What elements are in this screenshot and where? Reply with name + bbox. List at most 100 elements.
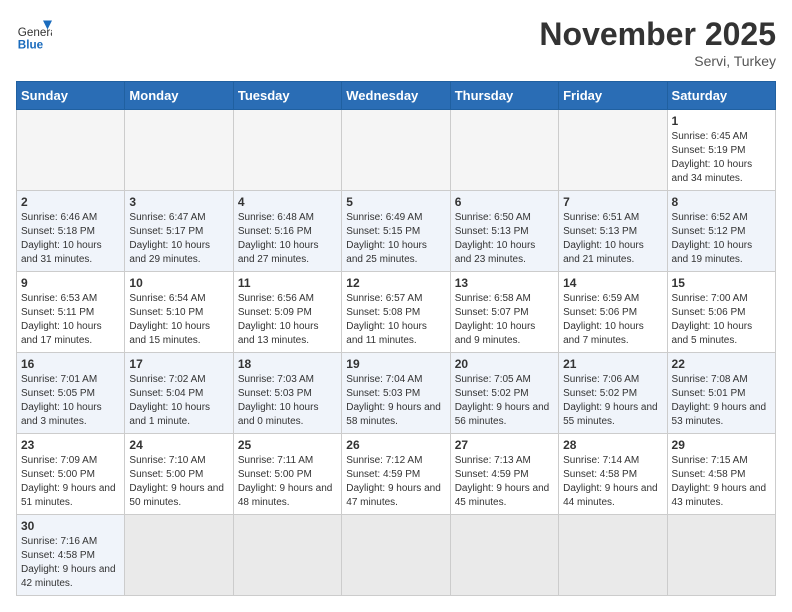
calendar-week-row: 2 Sunrise: 6:46 AM Sunset: 5:18 PM Daylig… <box>17 191 776 272</box>
day-number: 5 <box>346 195 445 209</box>
day-number: 26 <box>346 438 445 452</box>
calendar-day-cell <box>233 515 341 596</box>
day-info: Sunrise: 7:14 AM Sunset: 4:58 PM Dayligh… <box>563 454 662 510</box>
day-info: Sunrise: 6:52 AM Sunset: 5:12 PM Dayligh… <box>672 211 771 267</box>
calendar-day-cell: 22Sunrise: 7:08 AM Sunset: 5:01 PM Dayli… <box>667 353 775 434</box>
weekday-header-thursday: Thursday <box>450 82 558 110</box>
day-number: 6 <box>455 195 554 209</box>
day-info: Sunrise: 7:09 AM Sunset: 5:00 PM Dayligh… <box>21 454 120 510</box>
calendar-day-cell <box>450 110 558 191</box>
calendar-day-cell <box>125 515 233 596</box>
day-info: Sunrise: 6:58 AM Sunset: 5:07 PM Dayligh… <box>455 292 554 348</box>
calendar-day-cell: 14Sunrise: 6:59 AM Sunset: 5:06 PM Dayli… <box>559 272 667 353</box>
page-header: General Blue November 2025 Servi, Turkey <box>16 16 776 69</box>
weekday-header-wednesday: Wednesday <box>342 82 450 110</box>
day-number: 21 <box>563 357 662 371</box>
day-info: Sunrise: 7:02 AM Sunset: 5:04 PM Dayligh… <box>129 373 228 429</box>
day-number: 17 <box>129 357 228 371</box>
weekday-header-friday: Friday <box>559 82 667 110</box>
day-number: 18 <box>238 357 337 371</box>
calendar-day-cell: 26 Sunrise: 7:12 AM Sunset: 4:59 PM Dayli… <box>342 434 450 515</box>
calendar-day-cell <box>450 515 558 596</box>
day-info: Sunrise: 6:47 AM Sunset: 5:17 PM Dayligh… <box>129 211 228 267</box>
logo-icon: General Blue <box>16 16 52 52</box>
day-info: Sunrise: 6:59 AM Sunset: 5:06 PM Dayligh… <box>563 292 662 348</box>
calendar-day-cell: 19 Sunrise: 7:04 AM Sunset: 5:03 PM Dayli… <box>342 353 450 434</box>
day-info: Sunrise: 7:00 AM Sunset: 5:06 PM Dayligh… <box>672 292 771 348</box>
day-info: Sunrise: 7:12 AM Sunset: 4:59 PM Dayligh… <box>346 454 445 510</box>
calendar-day-cell: 28Sunrise: 7:14 AM Sunset: 4:58 PM Dayli… <box>559 434 667 515</box>
calendar-day-cell <box>559 110 667 191</box>
calendar-day-cell: 17 Sunrise: 7:02 AM Sunset: 5:04 PM Dayli… <box>125 353 233 434</box>
calendar-day-cell: 3 Sunrise: 6:47 AM Sunset: 5:17 PM Daylig… <box>125 191 233 272</box>
day-number: 23 <box>21 438 120 452</box>
day-info: Sunrise: 6:45 AM Sunset: 5:19 PM Dayligh… <box>672 130 771 186</box>
calendar-day-cell: 16Sunrise: 7:01 AM Sunset: 5:05 PM Dayli… <box>17 353 125 434</box>
day-info: Sunrise: 6:54 AM Sunset: 5:10 PM Dayligh… <box>129 292 228 348</box>
day-number: 7 <box>563 195 662 209</box>
calendar-day-cell: 29 Sunrise: 7:15 AM Sunset: 4:58 PM Dayli… <box>667 434 775 515</box>
calendar-day-cell: 1 Sunrise: 6:45 AM Sunset: 5:19 PM Daylig… <box>667 110 775 191</box>
day-number: 10 <box>129 276 228 290</box>
day-number: 3 <box>129 195 228 209</box>
day-number: 9 <box>21 276 120 290</box>
calendar-day-cell <box>233 110 341 191</box>
day-number: 20 <box>455 357 554 371</box>
weekday-header-tuesday: Tuesday <box>233 82 341 110</box>
calendar-week-row: 9 Sunrise: 6:53 AM Sunset: 5:11 PM Daylig… <box>17 272 776 353</box>
weekday-header-row: SundayMondayTuesdayWednesdayThursdayFrid… <box>17 82 776 110</box>
calendar-day-cell <box>342 110 450 191</box>
svg-text:Blue: Blue <box>18 38 44 51</box>
day-number: 24 <box>129 438 228 452</box>
calendar-day-cell: 8Sunrise: 6:52 AM Sunset: 5:12 PM Daylig… <box>667 191 775 272</box>
day-number: 12 <box>346 276 445 290</box>
day-info: Sunrise: 7:04 AM Sunset: 5:03 PM Dayligh… <box>346 373 445 429</box>
calendar-day-cell: 25Sunrise: 7:11 AM Sunset: 5:00 PM Dayli… <box>233 434 341 515</box>
calendar-day-cell: 11 Sunrise: 6:56 AM Sunset: 5:09 PM Dayli… <box>233 272 341 353</box>
weekday-header-monday: Monday <box>125 82 233 110</box>
day-number: 13 <box>455 276 554 290</box>
day-number: 2 <box>21 195 120 209</box>
calendar-day-cell <box>17 110 125 191</box>
location: Servi, Turkey <box>539 53 776 69</box>
day-info: Sunrise: 7:03 AM Sunset: 5:03 PM Dayligh… <box>238 373 337 429</box>
day-number: 16 <box>21 357 120 371</box>
day-info: Sunrise: 7:06 AM Sunset: 5:02 PM Dayligh… <box>563 373 662 429</box>
calendar-day-cell: 12 Sunrise: 6:57 AM Sunset: 5:08 PM Dayli… <box>342 272 450 353</box>
day-number: 19 <box>346 357 445 371</box>
calendar-day-cell: 9 Sunrise: 6:53 AM Sunset: 5:11 PM Daylig… <box>17 272 125 353</box>
day-number: 29 <box>672 438 771 452</box>
calendar-day-cell: 24 Sunrise: 7:10 AM Sunset: 5:00 PM Dayli… <box>125 434 233 515</box>
day-info: Sunrise: 7:08 AM Sunset: 5:01 PM Dayligh… <box>672 373 771 429</box>
calendar-day-cell: 5 Sunrise: 6:49 AM Sunset: 5:15 PM Daylig… <box>342 191 450 272</box>
calendar-day-cell: 7 Sunrise: 6:51 AM Sunset: 5:13 PM Daylig… <box>559 191 667 272</box>
day-info: Sunrise: 6:48 AM Sunset: 5:16 PM Dayligh… <box>238 211 337 267</box>
calendar-day-cell: 30Sunrise: 7:16 AM Sunset: 4:58 PM Dayli… <box>17 515 125 596</box>
calendar-day-cell: 21 Sunrise: 7:06 AM Sunset: 5:02 PM Dayli… <box>559 353 667 434</box>
day-number: 15 <box>672 276 771 290</box>
calendar-day-cell: 10 Sunrise: 6:54 AM Sunset: 5:10 PM Dayli… <box>125 272 233 353</box>
month-year: November 2025 <box>539 16 776 53</box>
calendar-day-cell: 2 Sunrise: 6:46 AM Sunset: 5:18 PM Daylig… <box>17 191 125 272</box>
day-info: Sunrise: 7:10 AM Sunset: 5:00 PM Dayligh… <box>129 454 228 510</box>
day-info: Sunrise: 6:51 AM Sunset: 5:13 PM Dayligh… <box>563 211 662 267</box>
day-info: Sunrise: 6:57 AM Sunset: 5:08 PM Dayligh… <box>346 292 445 348</box>
calendar-day-cell <box>667 515 775 596</box>
day-info: Sunrise: 7:16 AM Sunset: 4:58 PM Dayligh… <box>21 535 120 591</box>
day-number: 1 <box>672 114 771 128</box>
day-info: Sunrise: 7:15 AM Sunset: 4:58 PM Dayligh… <box>672 454 771 510</box>
day-info: Sunrise: 6:46 AM Sunset: 5:18 PM Dayligh… <box>21 211 120 267</box>
calendar-table: SundayMondayTuesdayWednesdayThursdayFrid… <box>16 81 776 596</box>
title-block: November 2025 Servi, Turkey <box>539 16 776 69</box>
calendar-day-cell: 27Sunrise: 7:13 AM Sunset: 4:59 PM Dayli… <box>450 434 558 515</box>
calendar-week-row: 1 Sunrise: 6:45 AM Sunset: 5:19 PM Daylig… <box>17 110 776 191</box>
calendar-day-cell <box>342 515 450 596</box>
weekday-header-saturday: Saturday <box>667 82 775 110</box>
day-info: Sunrise: 6:49 AM Sunset: 5:15 PM Dayligh… <box>346 211 445 267</box>
calendar-week-row: 16Sunrise: 7:01 AM Sunset: 5:05 PM Dayli… <box>17 353 776 434</box>
calendar-day-cell: 15 Sunrise: 7:00 AM Sunset: 5:06 PM Dayli… <box>667 272 775 353</box>
day-info: Sunrise: 6:56 AM Sunset: 5:09 PM Dayligh… <box>238 292 337 348</box>
day-number: 27 <box>455 438 554 452</box>
day-number: 11 <box>238 276 337 290</box>
day-info: Sunrise: 6:53 AM Sunset: 5:11 PM Dayligh… <box>21 292 120 348</box>
